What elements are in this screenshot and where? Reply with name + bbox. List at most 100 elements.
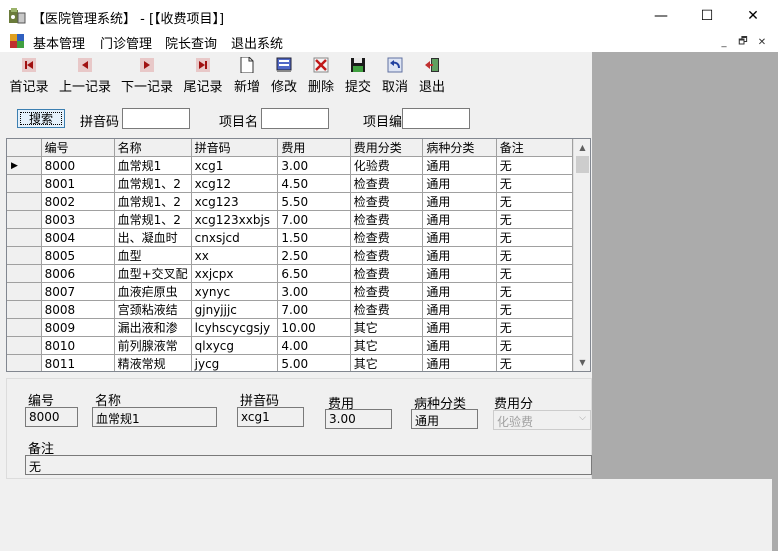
- grid-cell[interactable]: 6.50: [277, 264, 351, 283]
- grid-cell[interactable]: 无: [496, 156, 573, 175]
- grid-cell[interactable]: 2.50: [277, 246, 351, 265]
- grid-cell[interactable]: 5.00: [277, 354, 351, 371]
- menu-outpatient-management[interactable]: 门诊管理: [100, 33, 152, 52]
- grid-cell[interactable]: 8008: [41, 300, 115, 319]
- table-row[interactable]: 8005 血型 xx 2.50 检查费 通用无: [7, 246, 573, 265]
- grid-cell[interactable]: 5.50: [277, 192, 351, 211]
- new-button[interactable]: 新增: [233, 57, 261, 95]
- table-row[interactable]: 8002 血常规1、2 xcg123 5.50 检查费 通用无: [7, 192, 573, 211]
- table-row[interactable]: 8009 漏出液和渗 lcyhscycgsjy 10.00 其它 通用无: [7, 318, 573, 337]
- grid-cell[interactable]: 检查费: [350, 228, 424, 247]
- grid-cell[interactable]: 精液常规: [114, 354, 192, 371]
- grid-cell[interactable]: 8010: [41, 336, 115, 355]
- grid-cell[interactable]: 血常规1、2: [114, 174, 192, 193]
- maximize-button[interactable]: ☐: [684, 0, 730, 31]
- grid-cell[interactable]: 血常规1、2: [114, 210, 192, 229]
- column-header[interactable]: 编号: [41, 139, 115, 157]
- detail-disease-field[interactable]: 通用: [411, 409, 478, 429]
- table-row[interactable]: 8006 血型+交叉配 xxjcpx 6.50 检查费 通用无: [7, 264, 573, 283]
- grid-cell[interactable]: jycg: [191, 354, 279, 371]
- app-icon[interactable]: [8, 7, 26, 25]
- grid-cell[interactable]: 8005: [41, 246, 115, 265]
- row-indicator[interactable]: [7, 318, 42, 337]
- grid-cell[interactable]: 血液疟原虫: [114, 282, 192, 301]
- grid-cell[interactable]: 通用: [422, 228, 497, 247]
- mdi-close-button[interactable]: ✕: [754, 35, 770, 49]
- menu-director-query[interactable]: 院长查询: [165, 33, 217, 52]
- submit-button[interactable]: 提交: [344, 57, 372, 95]
- detail-code-field[interactable]: 8000: [25, 407, 78, 427]
- row-indicator[interactable]: [7, 192, 42, 211]
- row-indicator[interactable]: [7, 174, 42, 193]
- grid-cell[interactable]: 检查费: [350, 192, 424, 211]
- table-row[interactable]: 8011 精液常规 jycg 5.00 其它 通用无: [7, 354, 573, 371]
- grid-cell[interactable]: 无: [496, 336, 573, 355]
- grid-cell[interactable]: 8004: [41, 228, 115, 247]
- fee-items-grid[interactable]: 编号 名称 拼音码 费用 费用分类 病种分类 备注 ▶ 8000 血常规1 xcg1 3…: [6, 138, 591, 372]
- row-indicator[interactable]: [7, 264, 42, 283]
- row-indicator[interactable]: [7, 210, 42, 229]
- scroll-up-arrow-icon[interactable]: ▲: [574, 139, 590, 156]
- row-indicator[interactable]: [7, 246, 42, 265]
- delete-button[interactable]: 删除: [307, 57, 335, 95]
- grid-cell[interactable]: 通用: [422, 354, 497, 371]
- grid-cell[interactable]: 无: [496, 246, 573, 265]
- table-row[interactable]: 8008 宫颈粘液结 gjnyjjjc 7.00 检查费 通用无: [7, 300, 573, 319]
- close-button[interactable]: ✕: [730, 0, 776, 31]
- grid-cell[interactable]: 无: [496, 300, 573, 319]
- grid-cell[interactable]: lcyhscycgsjy: [191, 318, 279, 337]
- pinyin-search-input[interactable]: [122, 108, 190, 129]
- grid-cell[interactable]: 化验费: [350, 156, 424, 175]
- grid-cell[interactable]: 通用: [422, 156, 497, 175]
- scroll-thumb[interactable]: [576, 156, 589, 173]
- grid-cell[interactable]: 通用: [422, 174, 497, 193]
- detail-name-field[interactable]: 血常规1: [92, 407, 217, 427]
- grid-cell[interactable]: 4.50: [277, 174, 351, 193]
- next-record-button[interactable]: 下一记录: [121, 57, 173, 95]
- grid-cell[interactable]: 检查费: [350, 282, 424, 301]
- grid-cell[interactable]: 8006: [41, 264, 115, 283]
- row-indicator[interactable]: [7, 354, 42, 371]
- grid-cell[interactable]: 检查费: [350, 174, 424, 193]
- grid-cell[interactable]: 检查费: [350, 246, 424, 265]
- grid-cell[interactable]: 其它: [350, 318, 424, 337]
- grid-cell[interactable]: 血型+交叉配: [114, 264, 192, 283]
- grid-cell[interactable]: 通用: [422, 210, 497, 229]
- table-row[interactable]: ▶ 8000 血常规1 xcg1 3.00 化验费 通用无: [7, 156, 573, 175]
- mdi-child-icon[interactable]: [10, 34, 24, 48]
- table-row[interactable]: 8004 出、凝血时 cnxsjcd 1.50 检查费 通用无: [7, 228, 573, 247]
- row-indicator[interactable]: [7, 282, 42, 301]
- grid-cell[interactable]: 通用: [422, 300, 497, 319]
- table-row[interactable]: 8007 血液疟原虫 xynyc 3.00 检查费 通用无: [7, 282, 573, 301]
- grid-cell[interactable]: xynyc: [191, 282, 279, 301]
- grid-cell[interactable]: 8007: [41, 282, 115, 301]
- grid-cell[interactable]: 8000: [41, 156, 115, 175]
- grid-cell[interactable]: 4.00: [277, 336, 351, 355]
- grid-cell[interactable]: xxjcpx: [191, 264, 279, 283]
- row-indicator[interactable]: ▶: [7, 156, 42, 175]
- row-indicator[interactable]: [7, 336, 42, 355]
- grid-cell[interactable]: 无: [496, 354, 573, 371]
- grid-cell[interactable]: 其它: [350, 354, 424, 371]
- exit-button[interactable]: 退出: [418, 57, 446, 95]
- grid-cell[interactable]: 血型: [114, 246, 192, 265]
- grid-cell[interactable]: 10.00: [277, 318, 351, 337]
- grid-cell[interactable]: 通用: [422, 264, 497, 283]
- last-record-button[interactable]: 尾记录: [184, 57, 223, 95]
- table-row[interactable]: 8001 血常规1、2 xcg12 4.50 检查费 通用无: [7, 174, 573, 193]
- column-header[interactable]: 费用: [277, 139, 351, 157]
- grid-cell[interactable]: 无: [496, 192, 573, 211]
- grid-cell[interactable]: xx: [191, 246, 279, 265]
- grid-cell[interactable]: xcg123xxbjs: [191, 210, 279, 229]
- column-header[interactable]: 备注: [496, 139, 573, 157]
- detail-feetype-select[interactable]: 化验费 ⌵: [493, 410, 591, 430]
- mdi-restore-button[interactable]: 🗗: [735, 35, 751, 49]
- grid-cell[interactable]: 1.50: [277, 228, 351, 247]
- grid-cell[interactable]: 前列腺液常: [114, 336, 192, 355]
- grid-cell[interactable]: 7.00: [277, 210, 351, 229]
- grid-cell[interactable]: 3.00: [277, 282, 351, 301]
- edit-button[interactable]: 修改: [270, 57, 298, 95]
- grid-cell[interactable]: 出、凝血时: [114, 228, 192, 247]
- name-search-input[interactable]: [261, 108, 329, 129]
- prev-record-button[interactable]: 上一记录: [59, 57, 111, 95]
